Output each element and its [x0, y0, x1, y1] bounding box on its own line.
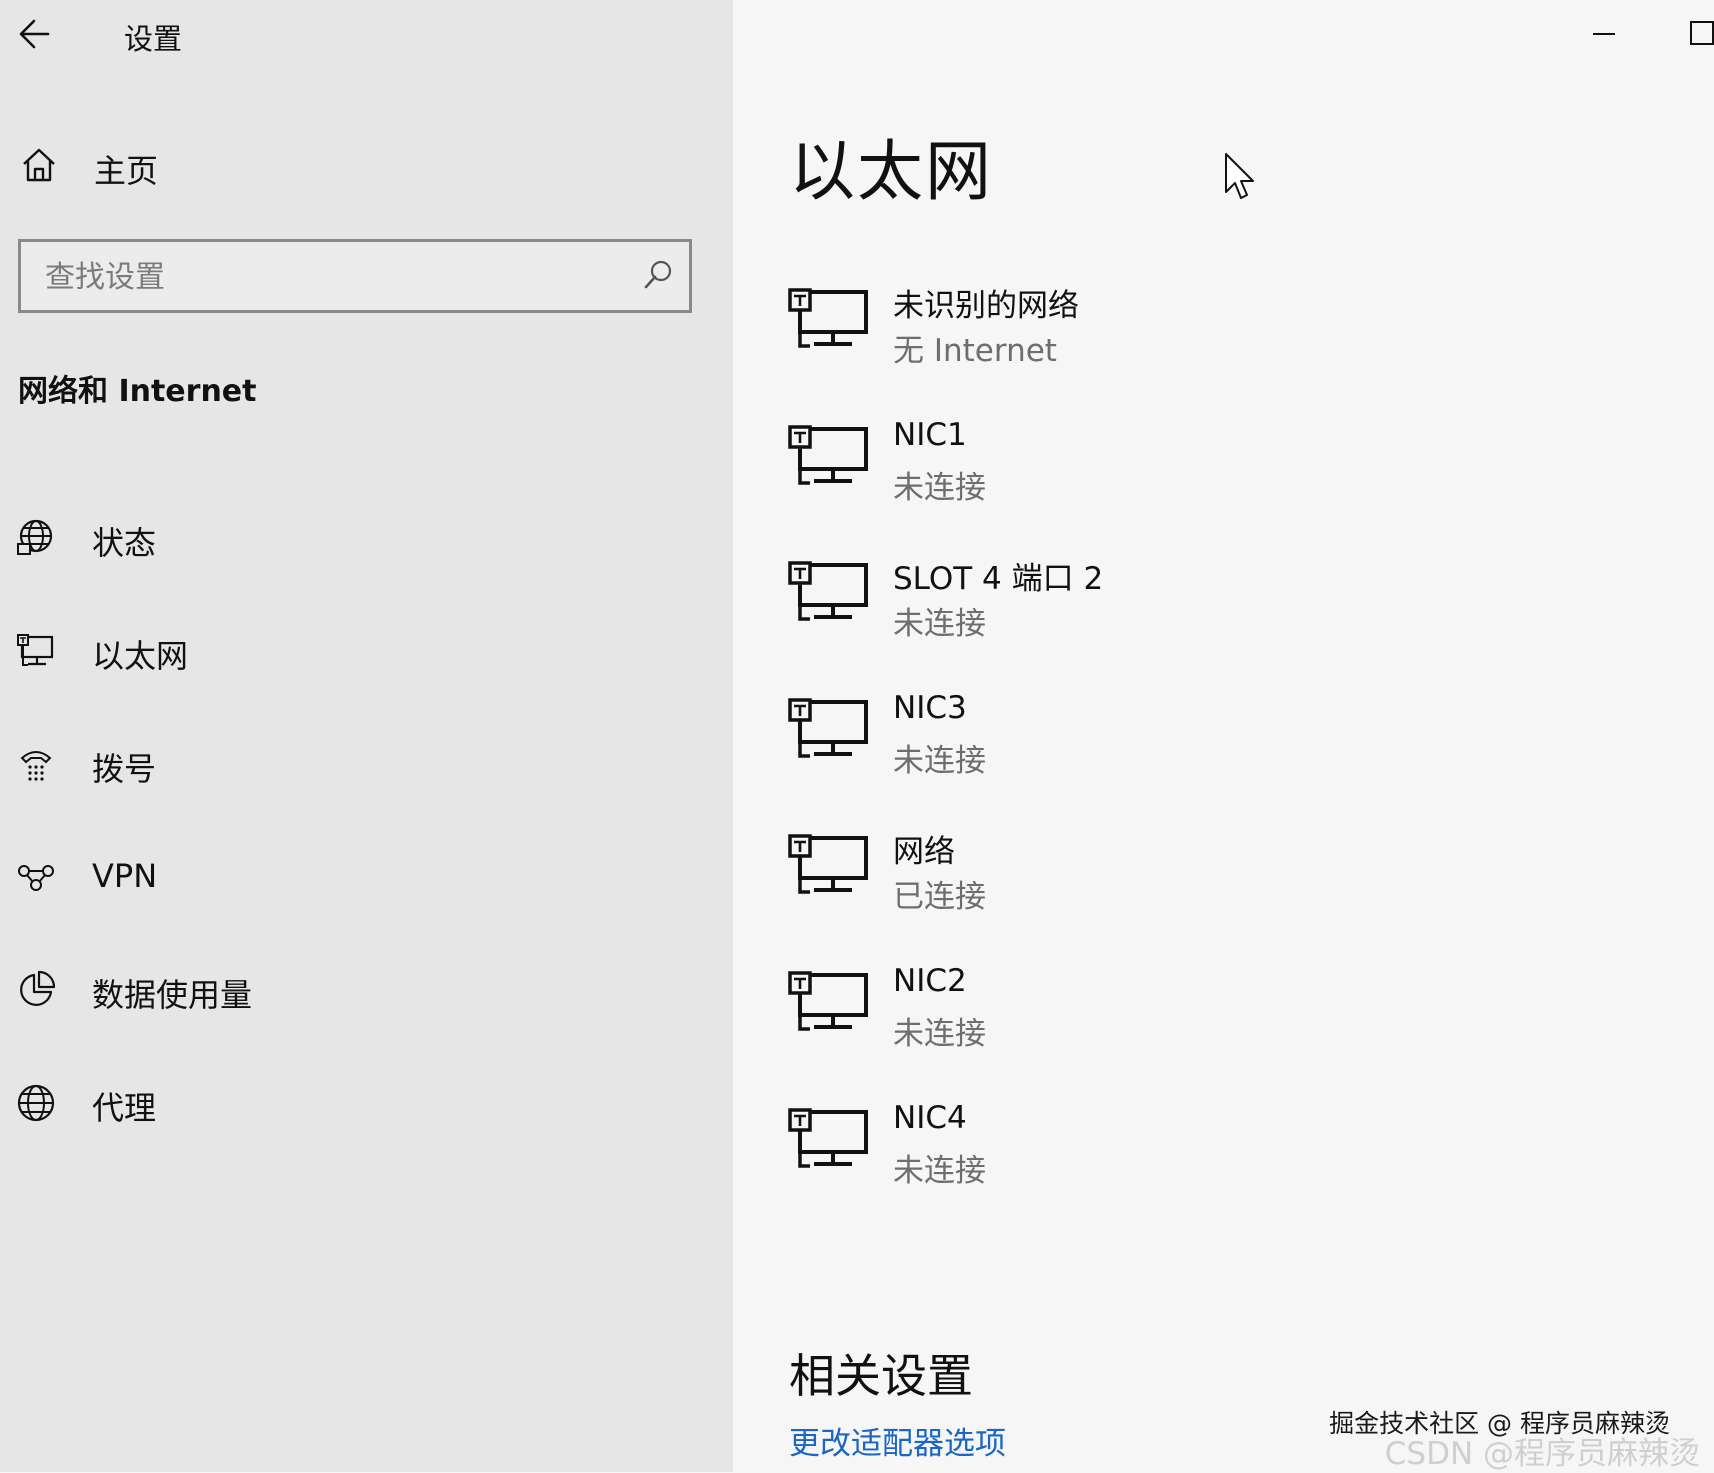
dial-up-icon	[20, 751, 52, 781]
network-name: 网络	[893, 834, 955, 870]
maximize-button[interactable]	[1683, 14, 1714, 54]
watermark-text: 掘金技术社区 @ 程序员麻辣烫	[1329, 1409, 1670, 1438]
network-item[interactable]: NIC3 未连接	[788, 690, 1308, 786]
ethernet-adapter-icon	[788, 698, 868, 758]
ethernet-adapter-icon	[788, 834, 868, 894]
ethernet-adapter-icon	[788, 288, 868, 348]
page-title: 以太网	[789, 133, 993, 210]
globe-status-icon	[17, 519, 53, 555]
back-button[interactable]	[14, 12, 58, 56]
network-status: 未连接	[893, 606, 986, 642]
network-name: NIC1	[893, 417, 967, 453]
network-status: 未连接	[893, 1153, 986, 1189]
network-status: 已连接	[893, 879, 986, 915]
home-label: 主页	[94, 152, 159, 190]
sidebar-item-label: 拨号	[92, 750, 157, 788]
network-item[interactable]: NIC4 未连接	[788, 1100, 1308, 1196]
network-name: NIC4	[893, 1100, 967, 1136]
watermark: CSDN @程序员麻辣烫 掘金技术社区 @ 程序员麻辣烫	[1280, 1404, 1700, 1472]
sidebar-item-label: 状态	[92, 524, 157, 562]
ethernet-adapter-icon	[788, 1108, 868, 1168]
network-item[interactable]: NIC1 未连接	[788, 417, 1308, 513]
mouse-cursor-icon	[1225, 153, 1254, 199]
sidebar-item-vpn[interactable]: VPN	[16, 845, 706, 909]
network-name: 未识别的网络	[893, 288, 1079, 324]
minimize-icon	[1593, 33, 1615, 35]
sidebar-item-data-usage[interactable]: 数据使用量	[16, 958, 706, 1022]
network-item[interactable]: NIC2 未连接	[788, 963, 1308, 1059]
app-title: 设置	[124, 22, 183, 56]
sidebar: 设置 主页 网络和 Internet 状态 以太网	[0, 0, 733, 1472]
network-item[interactable]: 网络 已连接	[788, 826, 1308, 922]
sidebar-item-label: VPN	[92, 857, 158, 895]
network-name: SLOT 4 端口 2	[893, 561, 1104, 597]
section-heading: 网络和 Internet	[18, 374, 257, 409]
minimize-button[interactable]	[1579, 14, 1629, 54]
network-item[interactable]: 未识别的网络 无 Internet	[788, 280, 1308, 376]
sidebar-item-label: 以太网	[92, 637, 189, 675]
vpn-icon	[18, 865, 54, 891]
change-adapter-options-link[interactable]: 更改适配器选项	[789, 1418, 1006, 1463]
sidebar-item-proxy[interactable]: 代理	[16, 1071, 706, 1135]
data-usage-icon	[20, 970, 56, 1006]
globe-icon	[17, 1084, 55, 1122]
search-box[interactable]	[18, 239, 692, 313]
network-name: NIC3	[893, 690, 967, 726]
sidebar-item-status[interactable]: 状态	[16, 506, 706, 570]
search-icon[interactable]	[641, 258, 675, 292]
network-status: 无 Internet	[893, 333, 1057, 369]
network-status: 未连接	[893, 470, 986, 506]
main-pane: 以太网 未识别的网络 无 Internet NIC1 未连接 SLOT 4 端口…	[733, 0, 1714, 1472]
network-status: 未连接	[893, 1016, 986, 1052]
related-settings-heading: 相关设置	[789, 1349, 973, 1403]
back-arrow-icon	[19, 19, 50, 49]
network-name: NIC2	[893, 963, 967, 999]
sidebar-item-label: 代理	[92, 1089, 157, 1127]
home-icon	[23, 148, 55, 182]
ethernet-adapter-icon	[788, 425, 868, 485]
sidebar-item-dial-up[interactable]: 拨号	[16, 732, 706, 796]
ethernet-adapter-icon	[788, 971, 868, 1031]
watermark-ghost-text: CSDN @程序员麻辣烫	[1384, 1436, 1700, 1472]
maximize-icon	[1690, 21, 1714, 45]
network-item[interactable]: SLOT 4 端口 2 未连接	[788, 553, 1308, 649]
ethernet-icon	[17, 634, 54, 666]
sidebar-item-label: 数据使用量	[92, 976, 253, 1014]
sidebar-item-ethernet[interactable]: 以太网	[16, 619, 706, 683]
search-input[interactable]	[43, 250, 627, 304]
ethernet-adapter-icon	[788, 561, 868, 621]
sidebar-item-home[interactable]: 主页	[16, 140, 706, 192]
network-status: 未连接	[893, 743, 986, 779]
